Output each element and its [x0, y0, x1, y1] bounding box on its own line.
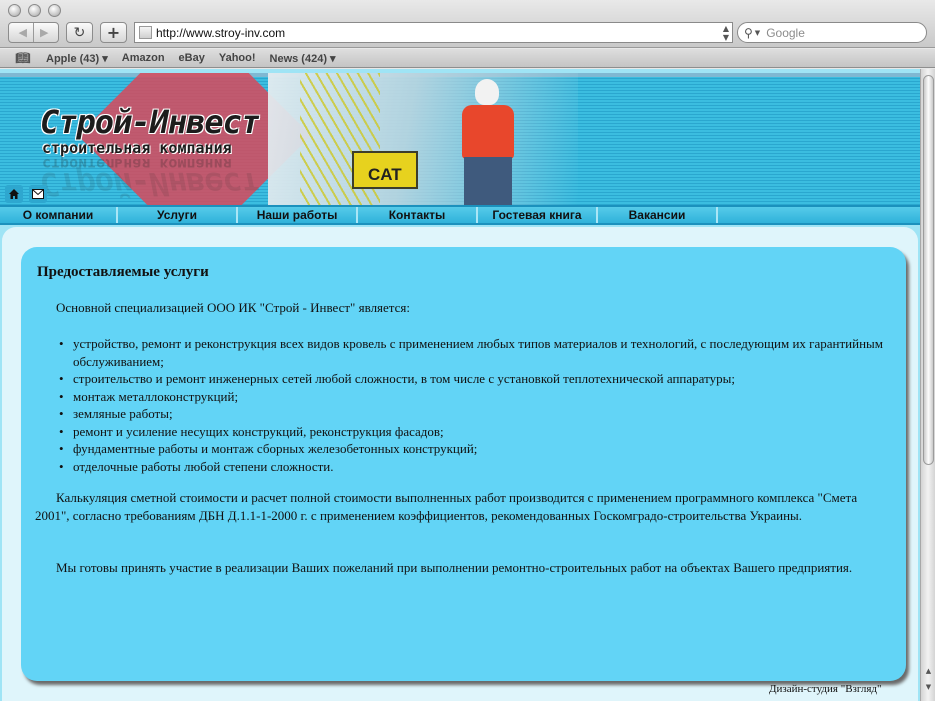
- back-forward-buttons[interactable]: ◀ ▶: [8, 22, 59, 43]
- menu-item-our-works[interactable]: Наши работы: [238, 207, 358, 223]
- search-field[interactable]: ⚲ ▼ Google: [737, 22, 927, 43]
- magnifier-icon[interactable]: ⚲: [744, 26, 753, 40]
- menu-item-services[interactable]: Услуги: [118, 207, 238, 223]
- minimize-window-button[interactable]: [28, 4, 41, 17]
- search-placeholder: Google: [766, 25, 805, 40]
- vertical-scrollbar[interactable]: ▲ ▼: [920, 69, 935, 701]
- reload-button[interactable]: ↻: [66, 22, 93, 43]
- reload-icon: ↻: [73, 24, 86, 41]
- list-item: фундаментные работы и монтаж сборных жел…: [57, 440, 887, 458]
- services-list: устройство, ремонт и реконструкция всех …: [57, 335, 887, 475]
- content-panel: Предоставляемые услуги Основной специали…: [21, 247, 906, 681]
- scrollbar-thumb[interactable]: [923, 75, 934, 465]
- bookmark-apple[interactable]: Apple (43) ▾: [46, 52, 108, 65]
- menu-item-guestbook[interactable]: Гостевая книга: [478, 207, 598, 223]
- home-icon[interactable]: [5, 185, 23, 203]
- machine-brand-label: CAT: [368, 165, 402, 184]
- forward-arrow-icon[interactable]: ▶: [40, 26, 48, 39]
- worker-vest-graphic: [462, 105, 514, 159]
- page-title: Предоставляемые услуги: [37, 264, 209, 280]
- button-divider: [33, 23, 34, 42]
- plus-icon: +: [106, 23, 121, 42]
- worker-legs-graphic: [464, 157, 512, 205]
- intro-paragraph: Основной специализацией ООО ИК "Строй - …: [56, 300, 411, 315]
- bookmark-yahoo[interactable]: Yahoo!: [219, 52, 256, 64]
- calculation-paragraph: Калькуляция сметной стоимости и расчет п…: [35, 490, 858, 523]
- add-bookmark-button[interactable]: +: [100, 22, 127, 43]
- url-text[interactable]: http://www.stroy-inv.com: [156, 26, 720, 40]
- menu-item-contacts[interactable]: Контакты: [358, 207, 478, 223]
- worker-helmet-graphic: [475, 79, 499, 105]
- list-item: монтаж металлоконструкций;: [57, 388, 887, 406]
- logo-title: Строй-Инвест: [40, 103, 260, 141]
- list-item: устройство, ремонт и реконструкция всех …: [57, 335, 887, 370]
- back-arrow-icon[interactable]: ◀: [19, 26, 27, 39]
- favicon-icon: [139, 26, 152, 39]
- bookmark-news[interactable]: News (424) ▾: [270, 52, 336, 65]
- designer-credit[interactable]: Дизайн-студия "Взгляд": [769, 683, 881, 695]
- mail-icon[interactable]: [29, 185, 47, 203]
- chevron-down-icon[interactable]: ▼: [755, 29, 760, 37]
- page-viewport: CAT Строй-Инвест Строй-Инвест строительн…: [0, 69, 920, 701]
- logo-subtitle-reflection: строительная компания: [42, 155, 232, 173]
- close-window-button[interactable]: [8, 4, 21, 17]
- browser-toolbar: ◀ ▶ ↻ + http://www.stroy-inv.com ▲ ▼ ⚲ ▼ …: [0, 0, 935, 48]
- scroll-up-icon[interactable]: ▲: [921, 667, 935, 675]
- list-item: земляные работы;: [57, 405, 887, 423]
- bookmark-ebay[interactable]: eBay: [179, 52, 205, 64]
- main-menu: О компании Услуги Наши работы Контакты Г…: [0, 205, 920, 225]
- zoom-window-button[interactable]: [48, 4, 61, 17]
- readiness-paragraph: Мы готовы принять участие в реализации В…: [56, 560, 853, 575]
- address-bar[interactable]: http://www.stroy-inv.com ▲ ▼: [134, 22, 733, 43]
- list-item: отделочные работы любой степени сложност…: [57, 458, 887, 476]
- header-banner: CAT Строй-Инвест Строй-Инвест строительн…: [0, 73, 920, 205]
- url-dropdown-icon[interactable]: ▲ ▼: [720, 24, 732, 42]
- menu-item-about[interactable]: О компании: [0, 207, 118, 223]
- bookmark-amazon[interactable]: Amazon: [122, 52, 165, 64]
- bookmarks-bar: 📖︎ Apple (43) ▾ Amazon eBay Yahoo! News …: [0, 49, 935, 68]
- menu-item-vacancies[interactable]: Вакансии: [598, 207, 718, 223]
- list-item: ремонт и усиление несущих конструкций, р…: [57, 423, 887, 441]
- book-icon[interactable]: 📖︎: [14, 51, 32, 65]
- list-item: строительство и ремонт инженерных сетей …: [57, 370, 887, 388]
- scroll-down-icon[interactable]: ▼: [921, 683, 935, 691]
